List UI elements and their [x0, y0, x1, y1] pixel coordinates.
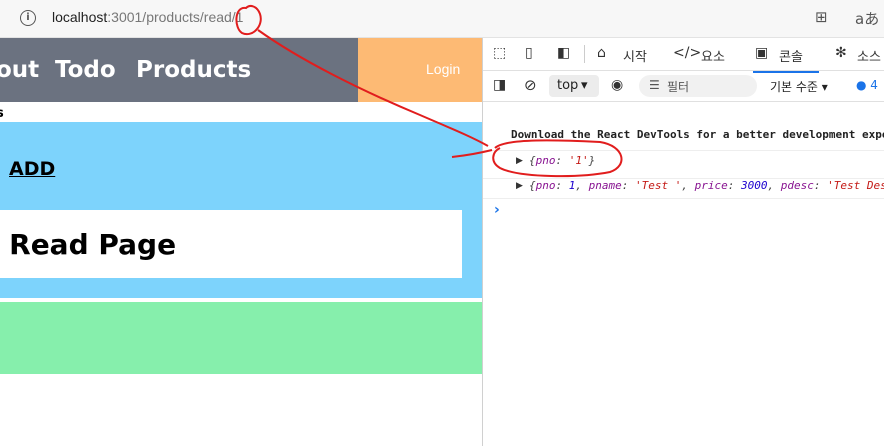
clear-console-icon[interactable]: ⊘	[524, 76, 537, 94]
devtools-tabbar: ⬚ ▯ ◧ ⌂ 시작 </> 요소 ▣ 콘솔 ✻ 소스	[483, 38, 884, 73]
console-icon: ▣	[755, 45, 769, 61]
filter-input[interactable]: ☰ 필터	[639, 75, 757, 97]
bug-icon: ✻	[835, 45, 847, 61]
context-select[interactable]: top ▾	[549, 75, 599, 97]
console-message: ▶ {pno: '1'}	[483, 150, 884, 179]
login-link[interactable]: Login	[426, 61, 460, 77]
page-title: t Read Page	[0, 228, 177, 261]
console-message: Download the React DevTools for a better…	[483, 102, 884, 151]
console-output: Download the React DevTools for a better…	[483, 102, 884, 446]
devtools-panel: ⬚ ▯ ◧ ⌂ 시작 </> 요소 ▣ 콘솔 ✻ 소스 ◨ ⊘ top ▾ ◉ ☰…	[483, 38, 884, 446]
log-level-select[interactable]: 기본 수준 ▾	[770, 78, 828, 95]
translate-icon[interactable]: aあ	[855, 8, 879, 29]
device-toolbar-icon[interactable]: ▯	[525, 45, 533, 61]
web-page: out Todo Products Login s ADD t Read Pag…	[0, 38, 483, 446]
inspect-icon[interactable]: ⬚	[493, 45, 506, 61]
filter-placeholder: 필터	[667, 80, 690, 94]
code-icon: </>	[673, 45, 702, 61]
address-bar[interactable]: i localhost:3001/products/read/1 ⊞ aあ	[0, 0, 884, 38]
chevron-down-icon: ▾	[581, 78, 588, 93]
tab-console[interactable]: 콘솔	[753, 46, 819, 73]
nav-products[interactable]: Products	[136, 57, 251, 83]
expand-triangle-icon[interactable]: ▶	[516, 156, 523, 166]
login-area: Login	[358, 38, 482, 102]
extensions-icon[interactable]: ⊞	[815, 8, 828, 26]
nav-about[interactable]: out	[0, 57, 39, 83]
params-object[interactable]: {pno: '1'}	[529, 154, 595, 167]
info-icon[interactable]: i	[20, 10, 36, 26]
console-prompt[interactable]: ›	[494, 202, 500, 218]
sidebar-toggle-icon[interactable]: ◨	[493, 77, 506, 93]
tab-sources[interactable]: 소스	[857, 46, 881, 65]
console-message: ▶ {pno: 1, pname: 'Test ', price: 3000, …	[483, 178, 884, 199]
expand-triangle-icon[interactable]: ▶	[516, 181, 523, 191]
home-icon: ⌂	[597, 45, 606, 61]
dock-icon[interactable]: ◧	[557, 45, 570, 61]
add-link[interactable]: ADD	[9, 158, 55, 180]
breadcrumb: s	[0, 106, 4, 121]
devtools-hint: Download the React DevTools for a better…	[511, 128, 884, 141]
issues-badge[interactable]: ● 4	[856, 78, 878, 92]
content-panel	[0, 302, 482, 374]
navbar: out Todo Products	[0, 38, 358, 102]
filter-icon: ☰	[649, 78, 660, 92]
product-object[interactable]: {pno: 1, pname: 'Test ', price: 3000, pd…	[529, 179, 884, 192]
eye-icon[interactable]: ◉	[611, 77, 623, 93]
tab-welcome[interactable]: 시작	[623, 46, 647, 65]
tab-elements[interactable]: 요소	[701, 46, 725, 65]
nav-todo[interactable]: Todo	[55, 57, 116, 83]
url-text[interactable]: localhost:3001/products/read/1	[52, 9, 243, 25]
divider	[584, 45, 585, 63]
products-panel: ADD t Read Page	[0, 122, 482, 298]
page-title-box: t Read Page	[0, 210, 462, 278]
console-toolbar: ◨ ⊘ top ▾ ◉ ☰ 필터 기본 수준 ▾ ● 4	[483, 71, 884, 102]
